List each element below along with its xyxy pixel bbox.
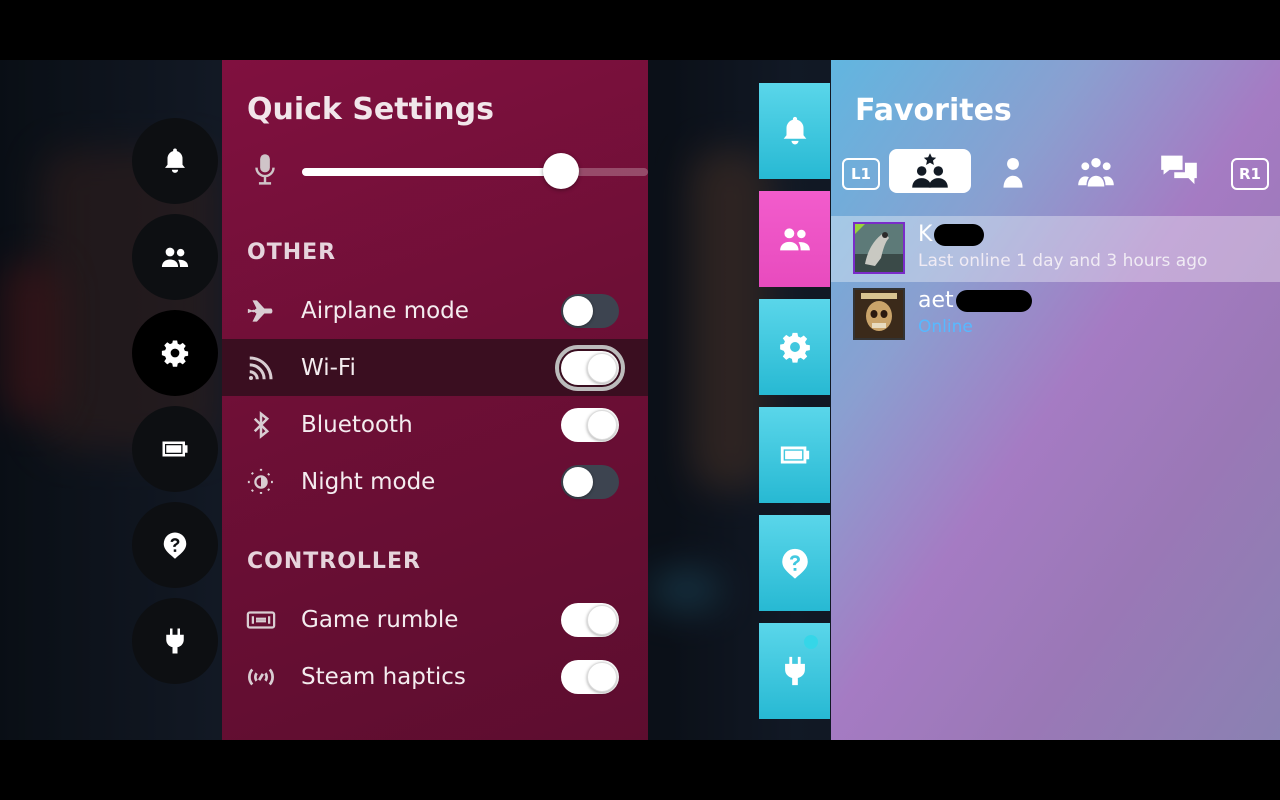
toggle-row-bluetooth[interactable]: Bluetooth (222, 396, 648, 453)
page-title: Quick Settings (247, 92, 494, 127)
group-icon (1078, 157, 1114, 187)
help-icon (781, 548, 808, 579)
airplane-icon (246, 296, 276, 326)
friend-status: Last online 1 day and 3 hours ago (918, 251, 1208, 271)
section-controller: CONTROLLER (247, 549, 421, 574)
friend-name: aet (918, 288, 954, 313)
friends-icon (161, 247, 189, 267)
microphone-icon (250, 153, 280, 187)
toggle-row-steam-haptics[interactable]: Steam haptics (222, 648, 648, 705)
person-icon (1003, 157, 1023, 188)
settings-icon (779, 332, 810, 363)
friend-name: K (918, 222, 933, 247)
night-mode-toggle[interactable] (561, 464, 619, 499)
notifications-icon (165, 148, 185, 173)
power-plug-icon (784, 656, 805, 686)
redaction (955, 290, 1032, 312)
toggle-row-night-mode[interactable]: Night mode (222, 453, 648, 510)
tab-settings[interactable] (759, 299, 830, 395)
bluetooth-icon (246, 410, 276, 440)
notification-dot (804, 635, 818, 649)
tab-favorites[interactable] (889, 149, 971, 193)
toggle-label: Airplane mode (301, 297, 469, 324)
tab-power[interactable] (759, 623, 830, 719)
letterbox-top (0, 0, 1280, 60)
friends-icon (779, 228, 810, 251)
friend-status: Online (918, 317, 973, 337)
toggle-label: Steam haptics (301, 663, 466, 690)
battery-icon (162, 441, 188, 457)
left-nav-friends[interactable] (132, 214, 218, 300)
help-icon (163, 532, 187, 559)
letterbox-bottom (0, 740, 1280, 800)
mic-volume-slider[interactable] (302, 168, 648, 176)
tab-chat[interactable] (1138, 149, 1220, 193)
l1-button[interactable]: L1 (842, 158, 880, 190)
tab-battery[interactable] (759, 407, 830, 503)
night-mode-icon (246, 467, 276, 497)
favorites-panel: Favorites L1 R1 K Last online 1 day and … (831, 60, 1280, 740)
slider-fill (302, 168, 561, 176)
quick-settings-panel: Quick Settings OTHER Airplane mode Wi-Fi… (222, 60, 648, 740)
section-other: OTHER (247, 240, 337, 265)
toggle-row-wifi[interactable]: Wi-Fi (222, 339, 648, 396)
power-plug-icon (166, 628, 184, 654)
wifi-toggle[interactable] (555, 344, 625, 391)
friend-row[interactable]: K Last online 1 day and 3 hours ago (831, 216, 1280, 282)
r1-button[interactable]: R1 (1231, 158, 1269, 190)
left-nav-power[interactable] (132, 598, 218, 684)
favorites-icon (912, 153, 948, 188)
rumble-icon (246, 605, 276, 635)
haptics-icon (246, 662, 276, 692)
avatar (853, 222, 905, 274)
left-nav-battery[interactable] (132, 406, 218, 492)
toggle-label: Bluetooth (301, 411, 413, 438)
steam-haptics-toggle[interactable] (561, 659, 619, 694)
friend-row[interactable]: aet Online (831, 282, 1280, 348)
tab-group[interactable] (1055, 149, 1137, 193)
toggle-label: Wi-Fi (301, 354, 356, 381)
toggle-row-game-rumble[interactable]: Game rumble (222, 591, 648, 648)
tab-person[interactable] (972, 149, 1054, 193)
settings-icon (161, 340, 189, 367)
tab-notifications[interactable] (759, 83, 830, 179)
toggle-row-airplane[interactable]: Airplane mode (222, 282, 648, 339)
redaction (934, 224, 985, 246)
wifi-icon (246, 353, 276, 383)
left-nav-settings[interactable] (132, 310, 218, 396)
battery-icon (780, 446, 809, 464)
favorites-title: Favorites (855, 93, 1012, 128)
toggle-label: Night mode (301, 468, 436, 495)
chat-icon (1161, 155, 1197, 185)
tab-help[interactable] (759, 515, 830, 611)
airplane-toggle[interactable] (561, 293, 619, 328)
notifications-icon (783, 116, 806, 145)
game-rumble-toggle[interactable] (561, 602, 619, 637)
slider-knob[interactable] (543, 153, 579, 189)
left-nav-help[interactable] (132, 502, 218, 588)
left-nav-notifications[interactable] (132, 118, 218, 204)
tab-friends[interactable] (759, 191, 830, 287)
bluetooth-toggle[interactable] (561, 407, 619, 442)
avatar (853, 288, 905, 340)
toggle-label: Game rumble (301, 606, 459, 633)
